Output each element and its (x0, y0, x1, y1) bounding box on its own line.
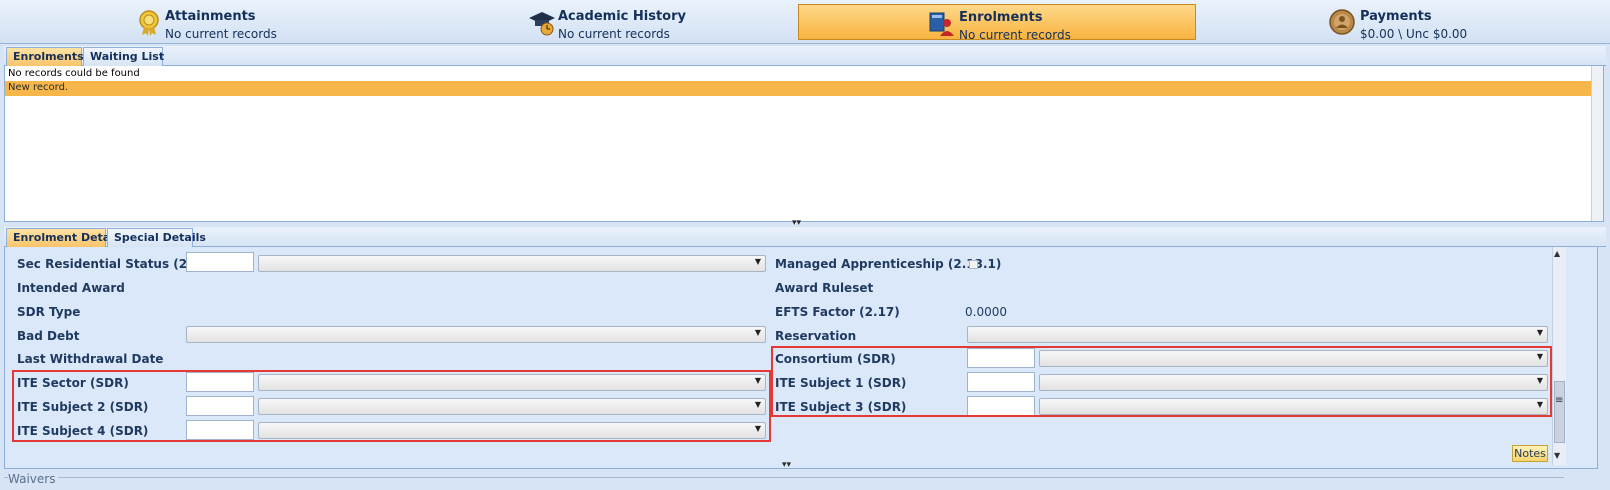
enrolments-subtitle: No current records (959, 28, 1071, 42)
summary-bar: Attainments No current records Academic … (0, 0, 1610, 44)
detail-tabstrip: Enrolment Details Special Details (4, 227, 1606, 247)
last-withdrawal-date-label: Last Withdrawal Date (17, 352, 164, 366)
coin-icon (1329, 9, 1355, 35)
payments-subtitle: $0.00 \ Unc $0.00 (1360, 27, 1468, 41)
new-record-label: New record. (8, 82, 69, 93)
waivers-label: Waivers (8, 472, 59, 486)
scroll-thumb[interactable] (1554, 381, 1565, 443)
academic-history-subtitle: No current records (558, 27, 670, 41)
notes-button[interactable]: Notes (1512, 445, 1548, 462)
tab-enrolment-details[interactable]: Enrolment Details (6, 228, 124, 247)
waivers-divider (4, 477, 1564, 478)
tab-special-details[interactable]: Special Details (107, 228, 206, 247)
efts-factor-label: EFTS Factor (2.17) (775, 305, 900, 319)
new-record-row[interactable]: New record. (5, 81, 1603, 96)
reservation-label: Reservation (775, 329, 857, 343)
sdr-type-label: SDR Type (17, 305, 81, 319)
enrolment-book-icon (929, 12, 954, 36)
attainments-subtitle: No current records (165, 27, 277, 41)
enrolments-title: Enrolments (959, 10, 1043, 25)
grid-scrollbar[interactable] (1591, 66, 1603, 221)
scroll-down-icon[interactable]: ▼ (1554, 451, 1560, 460)
grid-empty-message: No records could be found (8, 68, 140, 79)
efts-factor-value: 0.0000 (965, 305, 1007, 319)
scroll-grip-icon: ≡ (1555, 395, 1564, 406)
sec-residential-status-code-input[interactable] (186, 252, 254, 272)
details-scrollbar[interactable]: ▲ ≡ ▼ (1552, 247, 1566, 465)
intended-award-label: Intended Award (17, 281, 125, 295)
grid-tabstrip: Enrolments Waiting List (4, 46, 1606, 66)
enrolments-grid: No records could be found New record. (4, 66, 1604, 222)
academic-history-title: Academic History (558, 9, 687, 24)
left-highlight-box (12, 370, 771, 442)
right-highlight-box (771, 346, 1552, 417)
payments-card[interactable]: Payments $0.00 \ Unc $0.00 (1326, 4, 1610, 41)
waivers-section: Waivers (4, 470, 1564, 490)
award-medal-icon (139, 10, 159, 36)
award-ruleset-label: Award Ruleset (775, 281, 874, 295)
attainments-card[interactable]: Attainments No current records (133, 4, 531, 41)
details-splitter-handle[interactable]: ▾▾ (782, 460, 791, 470)
chevron-down-icon: ▼ (1536, 328, 1543, 337)
managed-apprenticeship-checkbox[interactable] (969, 260, 978, 269)
tab-waiting-list[interactable]: Waiting List (83, 47, 164, 66)
scroll-up-icon[interactable]: ▲ (1554, 249, 1560, 258)
attainments-title: Attainments (165, 9, 256, 24)
graduation-cap-icon (529, 12, 555, 36)
bad-debt-label: Bad Debt (17, 329, 80, 343)
chevron-down-icon: ▼ (754, 257, 761, 266)
managed-apprenticeship-label: Managed Apprenticeship (2.13.1) (775, 257, 1002, 271)
enrolments-card[interactable]: Enrolments No current records (798, 4, 1196, 42)
reservation-select[interactable]: ▼ (967, 326, 1548, 343)
sec-residential-status-label: Sec Residential Status (2.13) (17, 257, 214, 271)
payments-title: Payments (1360, 9, 1432, 24)
bad-debt-select[interactable]: ▼ (186, 326, 766, 343)
sec-residential-status-select[interactable]: ▼ (258, 255, 766, 272)
tab-enrolments[interactable]: Enrolments (6, 47, 84, 66)
chevron-down-icon: ▼ (754, 328, 761, 337)
